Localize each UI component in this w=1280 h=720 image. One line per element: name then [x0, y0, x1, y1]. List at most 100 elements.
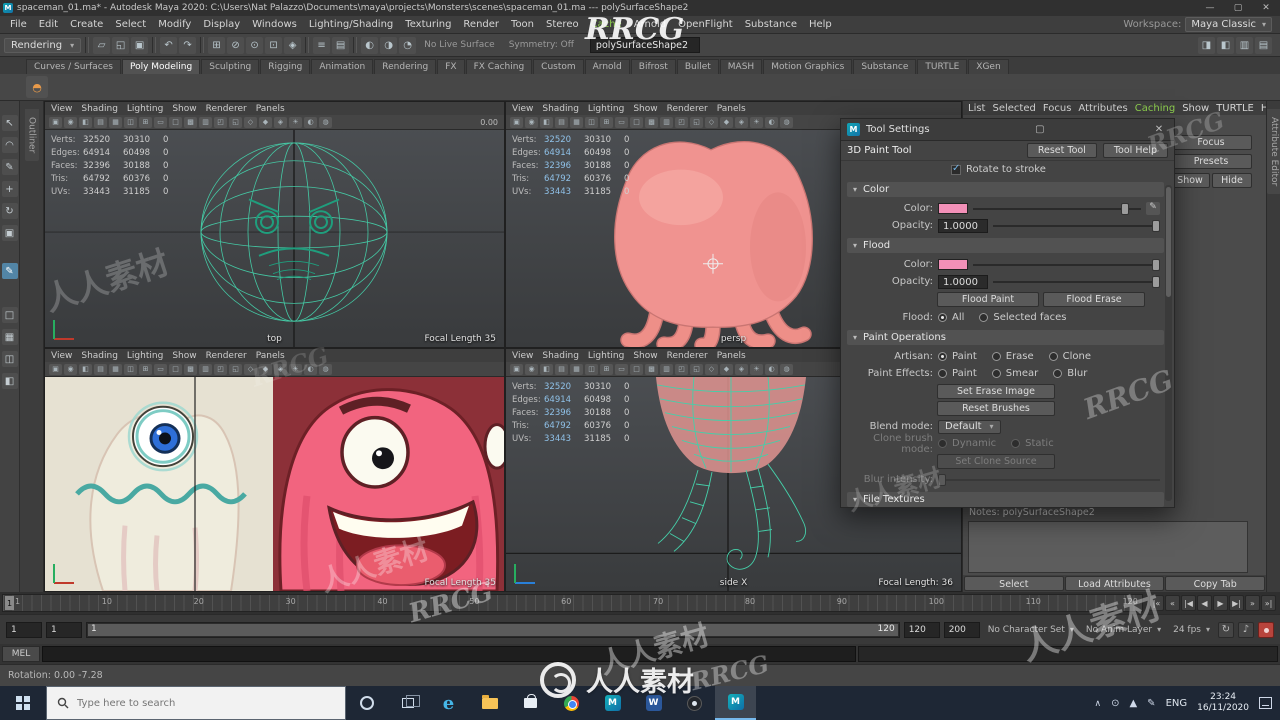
color-swatch[interactable]	[938, 203, 968, 214]
play-backwards-button[interactable]: ◀	[1197, 595, 1212, 611]
menu-arnold[interactable]: Arnold	[628, 19, 672, 30]
menu-help[interactable]: Help	[803, 19, 838, 30]
flood-color-swatch[interactable]	[938, 259, 968, 270]
word-icon[interactable]: W	[633, 686, 674, 720]
flood-selected-radio[interactable]	[979, 313, 989, 322]
wireframe-mode-icon[interactable]: ◇	[244, 363, 257, 375]
viewport-menu-item[interactable]: View	[512, 104, 533, 114]
shadows-toggle-icon[interactable]: ◐	[304, 363, 317, 375]
color-picker-icon[interactable]: ✎	[1146, 202, 1160, 215]
notification-center-icon[interactable]	[1259, 697, 1272, 709]
select-camera-icon[interactable]: ▣	[49, 116, 62, 128]
viewport-menu-item[interactable]: Lighting	[127, 351, 163, 361]
symmetry-select[interactable]: Symmetry: Off	[509, 40, 574, 50]
make-live-icon[interactable]: ◈	[284, 36, 302, 54]
undo-icon[interactable]: ↶	[160, 36, 178, 54]
field-chart-icon[interactable]: ▥	[660, 116, 673, 128]
shaded-mode-icon[interactable]: ◆	[720, 116, 733, 128]
bookmarks-icon[interactable]: ▤	[94, 363, 107, 375]
redo-icon[interactable]: ↷	[179, 36, 197, 54]
shadows-toggle-icon[interactable]: ◐	[304, 116, 317, 128]
ae-menu-caching[interactable]: Caching	[1135, 103, 1175, 114]
xray-toggle-icon[interactable]: ◍	[780, 363, 793, 375]
maximize-button[interactable]: ▢	[1224, 3, 1252, 13]
menu-lighting-shading[interactable]: Lighting/Shading	[303, 19, 399, 30]
reset-brushes-button[interactable]: Reset Brushes	[937, 401, 1055, 416]
anim-layer-select[interactable]: No Anim Layer	[1082, 625, 1165, 635]
opacity-field[interactable]: 1.0000	[938, 218, 988, 233]
wireframe-mode-icon[interactable]: ◇	[705, 116, 718, 128]
menu-display[interactable]: Display	[197, 19, 246, 30]
last-tool-3d-paint-icon[interactable]: ✎	[1, 263, 18, 279]
restore-window-button[interactable]: ▢	[1031, 124, 1049, 135]
save-scene-icon[interactable]: ▣	[131, 36, 149, 54]
image-plane-icon[interactable]: ▦	[109, 363, 122, 375]
shelf-tab[interactable]: Sculpting	[201, 59, 260, 74]
menu-set-select[interactable]: Rendering	[4, 37, 82, 53]
menu-openflight[interactable]: OpenFlight	[672, 19, 739, 30]
selection-name-field[interactable]: polySurfaceShape2	[589, 37, 700, 53]
viewport-menu-item[interactable]: View	[51, 104, 72, 114]
color-section-header[interactable]: Color	[847, 182, 1164, 197]
current-frame-marker[interactable]: 1	[5, 596, 14, 610]
snap-to-curve-icon[interactable]: ⊘	[227, 36, 245, 54]
paint-select-tool-icon[interactable]: ✎	[1, 159, 18, 175]
menu-stereo[interactable]: Stereo	[540, 19, 585, 30]
menu-windows[interactable]: Windows	[246, 19, 303, 30]
minimize-button[interactable]: —	[1196, 3, 1224, 13]
pan-zoom-icon[interactable]: ◫	[124, 363, 137, 375]
artisan-clone-radio[interactable]	[1048, 352, 1058, 361]
lighting-toggle-icon[interactable]: ☀	[750, 116, 763, 128]
field-chart-icon[interactable]: ▥	[660, 363, 673, 375]
lighting-toggle-icon[interactable]: ☀	[750, 363, 763, 375]
viewport-menu-item[interactable]: Renderer	[667, 104, 708, 114]
film-gate-icon[interactable]: ▭	[154, 363, 167, 375]
cortana-icon[interactable]	[346, 686, 387, 720]
shelf-tab[interactable]: Poly Modeling	[121, 59, 201, 74]
lock-camera-icon[interactable]: ◉	[525, 116, 538, 128]
shelf-tab[interactable]: Rendering	[374, 59, 437, 74]
safe-title-icon[interactable]: ◱	[690, 363, 703, 375]
textured-mode-icon[interactable]: ◈	[735, 363, 748, 375]
viewport-menu-item[interactable]: Show	[172, 104, 196, 114]
viewport-menu-item[interactable]: Renderer	[206, 351, 247, 361]
viewport-menu-item[interactable]: Renderer	[667, 351, 708, 361]
auto-key-button[interactable]	[1258, 621, 1274, 638]
artisan-erase-radio[interactable]	[991, 352, 1001, 361]
film-gate-icon[interactable]: ▭	[154, 116, 167, 128]
shaded-mode-icon[interactable]: ◆	[259, 363, 272, 375]
menu-toon[interactable]: Toon	[505, 19, 540, 30]
snap-to-plane-icon[interactable]: ⊡	[265, 36, 283, 54]
menu-modify[interactable]: Modify	[152, 19, 197, 30]
clone-static-radio[interactable]	[1011, 439, 1021, 448]
menu-cache[interactable]: Cache	[585, 19, 628, 30]
ae-menu-list[interactable]: List	[968, 103, 985, 114]
lighting-toggle-icon[interactable]: ☀	[289, 363, 302, 375]
grid-toggle-icon[interactable]: ⊞	[139, 363, 152, 375]
rotate-tool-icon[interactable]: ↻	[1, 203, 18, 219]
workspace-select[interactable]: Maya Classic	[1185, 17, 1272, 32]
wireframe-mode-icon[interactable]: ◇	[705, 363, 718, 375]
step-forward-frame-button[interactable]: »	[1245, 595, 1260, 611]
select-camera-icon[interactable]: ▣	[510, 116, 523, 128]
pfx-paint-radio[interactable]	[938, 369, 947, 378]
flood-opacity-slider[interactable]	[993, 275, 1160, 288]
step-forward-key-button[interactable]: ▶|	[1229, 595, 1244, 611]
viewport-menu-item[interactable]: View	[512, 351, 533, 361]
viewport-menu-item[interactable]: Panels	[256, 351, 285, 361]
pfx-blur-radio[interactable]	[1053, 369, 1063, 378]
image-plane-icon[interactable]: ▦	[109, 116, 122, 128]
focus-button[interactable]: Focus	[1170, 135, 1252, 150]
lighting-toggle-icon[interactable]: ☀	[289, 116, 302, 128]
separator[interactable]	[305, 37, 310, 53]
lasso-select-tool-icon[interactable]: ◠	[1, 137, 18, 153]
range-slider-handle[interactable]	[88, 623, 898, 636]
flood-paint-button[interactable]: Flood Paint	[937, 292, 1039, 307]
open-scene-icon[interactable]: ◱	[112, 36, 130, 54]
gate-mask-icon[interactable]: ▩	[645, 363, 658, 375]
tool-settings-titlebar[interactable]: M Tool Settings ▢ ✕	[841, 119, 1174, 141]
search-input[interactable]	[77, 697, 317, 709]
taskbar-search[interactable]	[46, 686, 346, 720]
viewport-menu-item[interactable]: Panels	[717, 351, 746, 361]
construction-history-icon[interactable]: ≡	[313, 36, 331, 54]
